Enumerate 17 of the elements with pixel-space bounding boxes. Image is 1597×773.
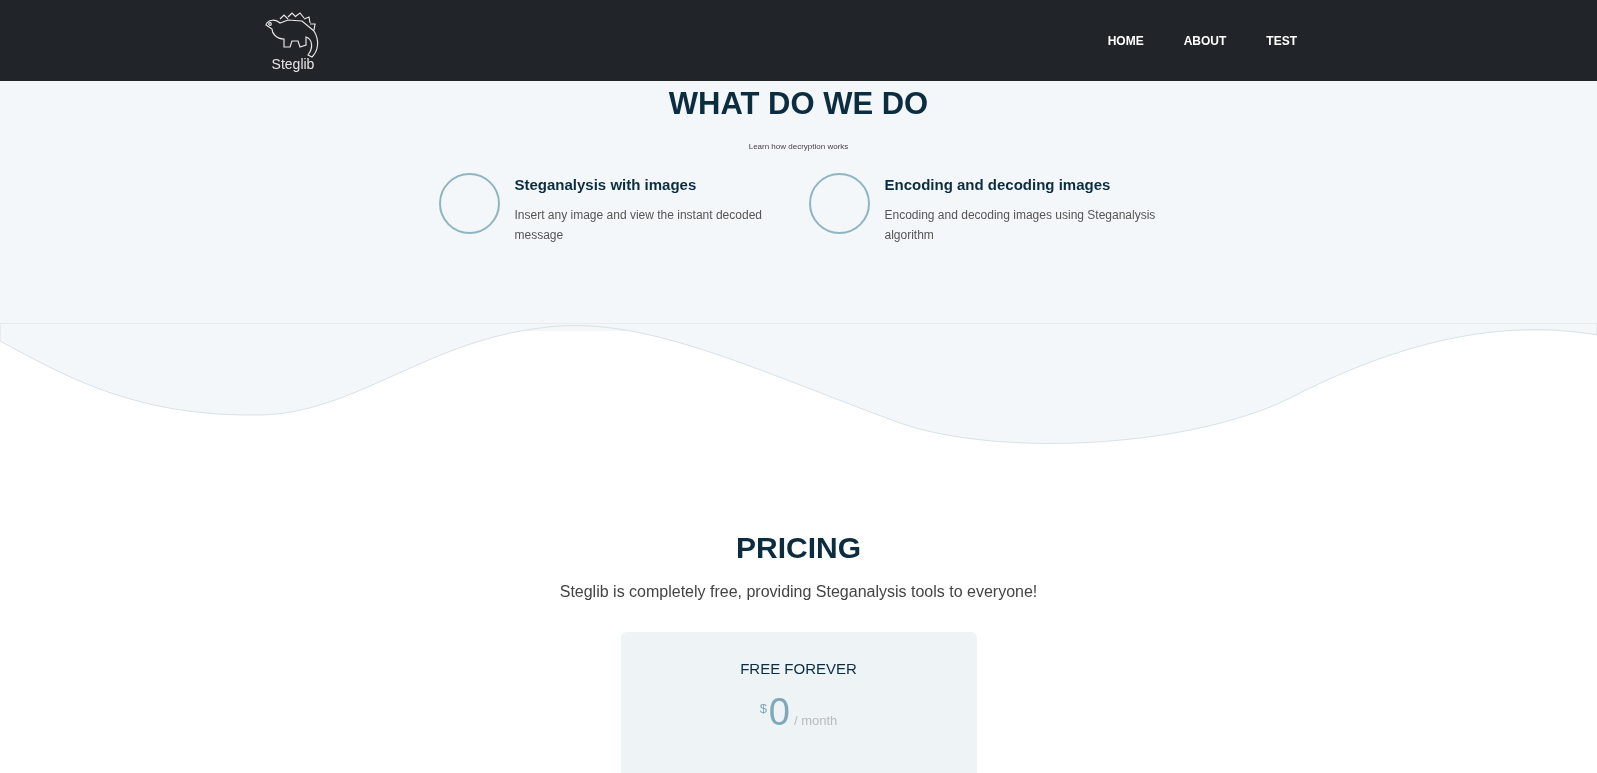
feature-text: Insert any image and view the instant decoded message [514, 206, 763, 244]
feature-text: Encoding and decoding images using Steganalysis algorithm [884, 206, 1157, 244]
currency-symbol: $ [759, 699, 767, 718]
feature-title: Steganalysis with images [514, 175, 698, 195]
price-period: / month [794, 711, 838, 730]
nav-link[interactable]: HOME [1107, 31, 1144, 50]
pricing-title: PRICING [736, 530, 861, 566]
section-title: WHAT DO WE DO [668, 85, 929, 123]
pricing-description: Steglib is completely free, providing Steganalysis tools to everyone! [559, 582, 1038, 602]
logo-link[interactable]: Steglib [262, 10, 324, 71]
feature-title: Encoding and decoding images [884, 175, 1112, 195]
section-subtitle: Learn how decryption works [748, 141, 849, 153]
plan-price: 0 [768, 692, 790, 731]
nav-link[interactable]: TEST [1266, 31, 1297, 50]
nav-link[interactable]: ABOUT [1183, 31, 1227, 50]
logo-text: Steglib [271, 56, 315, 71]
plan-name: FREE FOREVER [740, 659, 857, 679]
